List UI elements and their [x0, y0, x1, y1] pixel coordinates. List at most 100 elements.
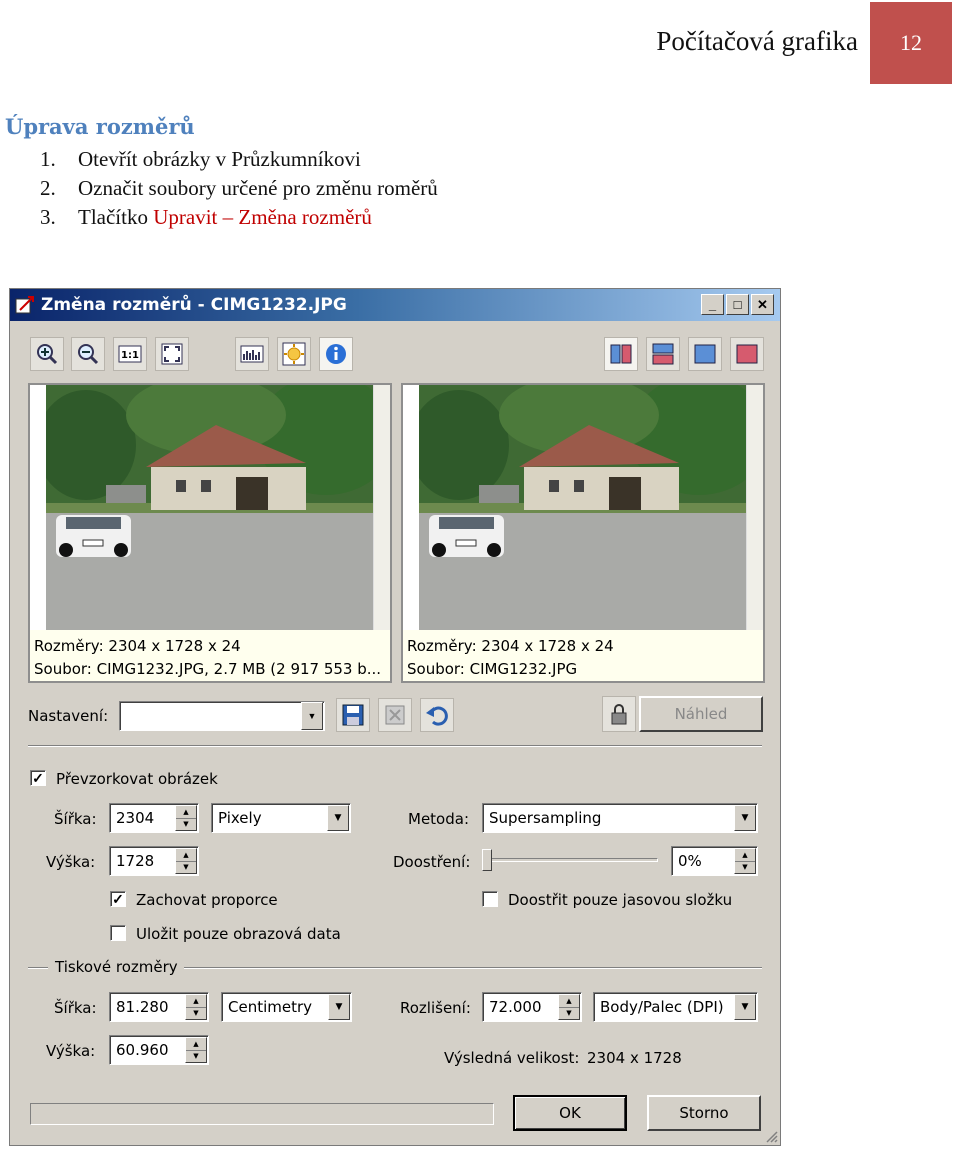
- section-heading: Úprava rozměrů: [5, 114, 195, 139]
- image-only-checkbox[interactable]: [110, 925, 126, 941]
- resolution-input[interactable]: 72.000 ▲ ▼: [482, 992, 582, 1022]
- step-item: 1. Otevřít obrázky v Průzkumníkovi: [40, 147, 361, 171]
- width-label: Šířka:: [54, 810, 97, 828]
- image-only-label: Uložit pouze obrazová data: [136, 925, 341, 943]
- chevron-down-icon[interactable]: ▼: [734, 994, 756, 1020]
- resize-app-icon: [15, 296, 34, 314]
- actual-size-icon: 1:1: [118, 345, 142, 363]
- split-horizontal-button[interactable]: [646, 337, 680, 371]
- zoom-out-button[interactable]: [71, 337, 105, 371]
- chevron-down-icon[interactable]: ▼: [328, 994, 350, 1020]
- method-label: Metoda:: [408, 810, 469, 828]
- method-select[interactable]: Supersampling ▼: [482, 803, 758, 833]
- zoom-in-button[interactable]: [30, 337, 64, 371]
- resize-grip-icon[interactable]: [764, 1129, 778, 1143]
- print-group-label: Tiskové rozměry: [55, 958, 178, 976]
- color-adjust-icon: [282, 342, 306, 366]
- preview-photo: [419, 385, 747, 630]
- lock-icon: [611, 704, 627, 725]
- split-vertical-button[interactable]: [604, 337, 638, 371]
- fit-window-icon: [161, 343, 183, 365]
- resample-checkbox[interactable]: ✓: [30, 770, 46, 786]
- view-result-icon: [736, 344, 758, 364]
- chevron-down-icon[interactable]: ▼: [734, 805, 756, 831]
- close-button[interactable]: ✕: [751, 294, 774, 315]
- luma-only-checkbox[interactable]: [482, 891, 498, 907]
- resolution-label: Rozlišení:: [400, 999, 471, 1017]
- info-icon: [326, 344, 346, 364]
- chevron-down-icon[interactable]: ▼: [301, 702, 323, 730]
- sharpen-slider-track[interactable]: [484, 858, 658, 862]
- divider: [28, 967, 48, 969]
- dialog-title: Změna rozměrů - CIMG1232.JPG: [41, 295, 347, 315]
- view-original-button[interactable]: [688, 337, 722, 371]
- width-input[interactable]: 2304 ▲ ▼: [109, 803, 199, 833]
- height-label: Výška:: [46, 853, 96, 871]
- result-size-value: 2304 x 1728: [587, 1049, 682, 1067]
- svg-text:1:1: 1:1: [121, 350, 139, 361]
- maximize-button[interactable]: □: [726, 294, 749, 315]
- zoom-in-icon: [37, 344, 58, 365]
- preview-file-text: Soubor: CIMG1232.JPG: [407, 660, 578, 678]
- page-number-badge: 12: [870, 2, 952, 84]
- print-width-label: Šířka:: [54, 999, 97, 1017]
- print-height-label: Výška:: [46, 1042, 96, 1060]
- delete-preset-button[interactable]: [378, 698, 412, 732]
- height-stepper[interactable]: ▲ ▼: [175, 848, 197, 874]
- result-size-label: Výsledná velikost:: [444, 1049, 580, 1067]
- actual-size-button[interactable]: 1:1: [113, 337, 147, 371]
- cancel-button[interactable]: Storno: [647, 1095, 761, 1131]
- preview-button[interactable]: Náhled: [639, 696, 763, 732]
- view-result-button[interactable]: [730, 337, 764, 371]
- sharpen-slider-thumb[interactable]: [482, 849, 492, 871]
- unit-select[interactable]: Pixely ▼: [211, 803, 351, 833]
- document-header-title: Počítačová grafika: [656, 26, 858, 56]
- minimize-button[interactable]: _: [701, 294, 724, 315]
- info-button[interactable]: [319, 337, 353, 371]
- ok-button[interactable]: OK: [513, 1095, 627, 1131]
- delete-preset-icon: [385, 705, 405, 725]
- original-image-panel: Rozměry: 2304 x 1728 x 24 Soubor: CIMG12…: [28, 383, 392, 683]
- print-unit-select[interactable]: Centimetry ▼: [221, 992, 352, 1022]
- step-item: 3. Tlačítko Upravit – Změna rozměrů: [40, 205, 372, 229]
- steps-list: 1. Otevřít obrázky v Průzkumníkovi 2. Ozna…: [40, 145, 438, 232]
- progress-bar: [30, 1103, 494, 1125]
- split-horizontal-icon: [652, 343, 674, 365]
- image-scrollbar[interactable]: [746, 385, 763, 630]
- resize-dialog: Změna rozměrů - CIMG1232.JPG _ □ ✕ 1:1 R…: [9, 288, 781, 1146]
- preview-dimensions-text: Rozměry: 2304 x 1728 x 24: [407, 637, 614, 655]
- color-adjust-button[interactable]: [277, 337, 311, 371]
- resolution-unit-select[interactable]: Body/Palec (DPI) ▼: [593, 992, 758, 1022]
- preset-select[interactable]: [119, 701, 325, 731]
- histogram-button[interactable]: [235, 337, 269, 371]
- resolution-stepper[interactable]: ▲ ▼: [558, 994, 580, 1020]
- step-highlight: Upravit – Změna rozměrů: [153, 205, 372, 229]
- sharpen-label: Doostření:: [393, 853, 471, 871]
- sharpen-stepper[interactable]: ▲ ▼: [734, 848, 756, 874]
- divider: [184, 967, 762, 969]
- chevron-down-icon[interactable]: ▼: [327, 805, 349, 831]
- original-dimensions-text: Rozměry: 2304 x 1728 x 24: [34, 637, 241, 655]
- keep-ratio-label: Zachovat proporce: [136, 891, 278, 909]
- original-file-text: Soubor: CIMG1232.JPG, 2.7 MB (2 917 553 …: [34, 660, 382, 678]
- undo-button[interactable]: [420, 698, 454, 732]
- fit-window-button[interactable]: [155, 337, 189, 371]
- title-bar[interactable]: Změna rozměrů - CIMG1232.JPG _ □ ✕: [10, 289, 780, 321]
- original-photo: [46, 385, 374, 630]
- luma-only-label: Doostřit pouze jasovou složku: [508, 891, 733, 909]
- print-width-stepper[interactable]: ▲ ▼: [185, 994, 207, 1020]
- lock-button[interactable]: [602, 696, 636, 732]
- sharpen-input[interactable]: 0% ▲ ▼: [671, 846, 758, 876]
- split-vertical-icon: [610, 344, 632, 364]
- step-item: 2. Označit soubory určené pro změnu roměr…: [40, 176, 438, 200]
- print-width-input[interactable]: 81.280 ▲ ▼: [109, 992, 209, 1022]
- save-preset-button[interactable]: [336, 698, 370, 732]
- histogram-icon: [240, 345, 264, 363]
- print-height-stepper[interactable]: ▲ ▼: [185, 1037, 207, 1063]
- width-stepper[interactable]: ▲ ▼: [175, 805, 197, 831]
- print-height-input[interactable]: 60.960 ▲ ▼: [109, 1035, 209, 1065]
- keep-ratio-checkbox[interactable]: ✓: [110, 891, 126, 907]
- image-scrollbar[interactable]: [373, 385, 390, 630]
- undo-icon: [426, 706, 448, 726]
- height-input[interactable]: 1728 ▲ ▼: [109, 846, 199, 876]
